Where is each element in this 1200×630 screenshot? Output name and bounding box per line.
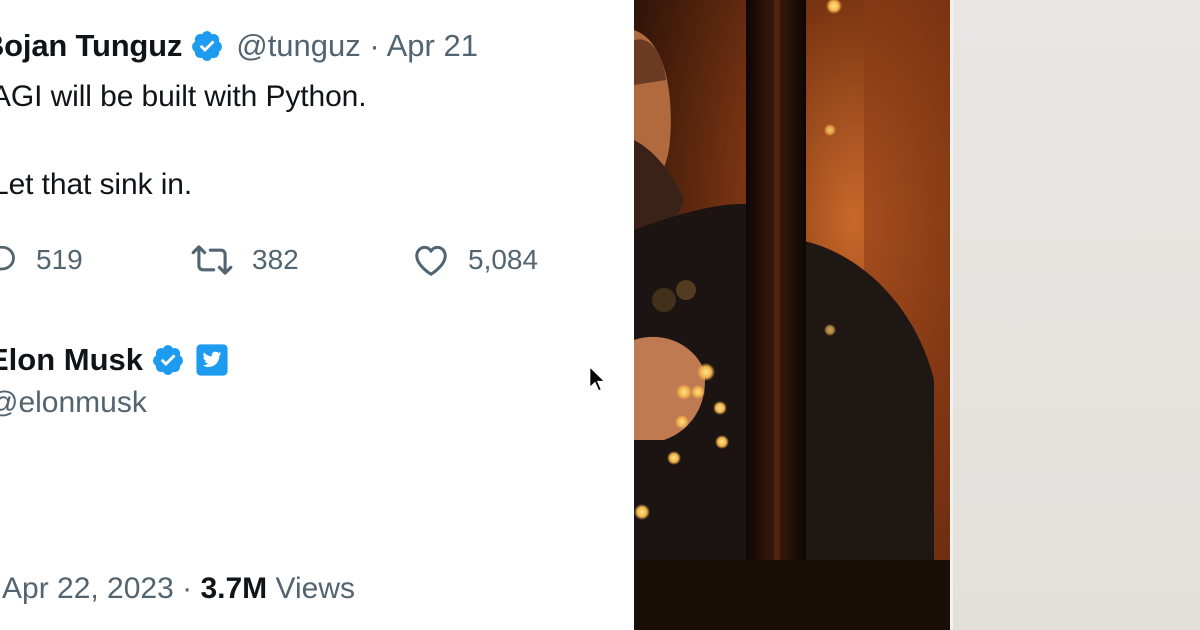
tweet-screenshot-panel: Bojan Tunguz @tunguz · Apr 21 AGI will b… bbox=[0, 0, 634, 630]
affiliate-badge-icon bbox=[196, 344, 228, 376]
tweet-text-line-1: AGI will be built with Python. bbox=[0, 80, 367, 113]
tweet-meta: Apr 22, 2023 · 3.7M Views bbox=[2, 572, 355, 606]
retweet-icon bbox=[191, 245, 233, 275]
blank-panel bbox=[953, 0, 1200, 630]
reply-count: 519 bbox=[36, 244, 83, 275]
reply-button[interactable]: 519 bbox=[0, 238, 83, 282]
reply-author-name[interactable]: Elon Musk bbox=[0, 342, 143, 378]
tweet-author-name[interactable]: Bojan Tunguz bbox=[0, 28, 182, 64]
reply-author-handle[interactable]: @elonmusk bbox=[0, 386, 147, 420]
like-count: 5,084 bbox=[468, 244, 539, 275]
verified-badge-icon bbox=[192, 31, 223, 61]
tweet-header: Bojan Tunguz @tunguz · Apr 21 bbox=[0, 26, 478, 66]
tweet-date[interactable]: Apr 22, 2023 · bbox=[2, 572, 200, 605]
like-button[interactable]: 5,084 bbox=[412, 238, 538, 282]
bar-photo-illustration bbox=[634, 0, 950, 630]
reply-author-header: Elon Musk bbox=[0, 338, 229, 382]
mouse-pointer-icon bbox=[588, 365, 606, 393]
verified-badge-icon bbox=[153, 345, 183, 375]
speech-bubble-icon bbox=[0, 245, 15, 271]
tweet-actions: 519 382 5,084 bbox=[0, 238, 634, 282]
retweet-button[interactable]: 382 bbox=[190, 238, 299, 282]
tweet-handle-date[interactable]: @tunguz · Apr 21 bbox=[236, 28, 478, 64]
tweet-text-line-2: Let that sink in. bbox=[0, 168, 193, 201]
bar-photo bbox=[634, 0, 950, 630]
views-count: 3.7M bbox=[200, 572, 268, 605]
views-label: Views bbox=[267, 572, 356, 605]
retweet-count: 382 bbox=[252, 244, 299, 275]
heart-icon bbox=[415, 245, 447, 276]
